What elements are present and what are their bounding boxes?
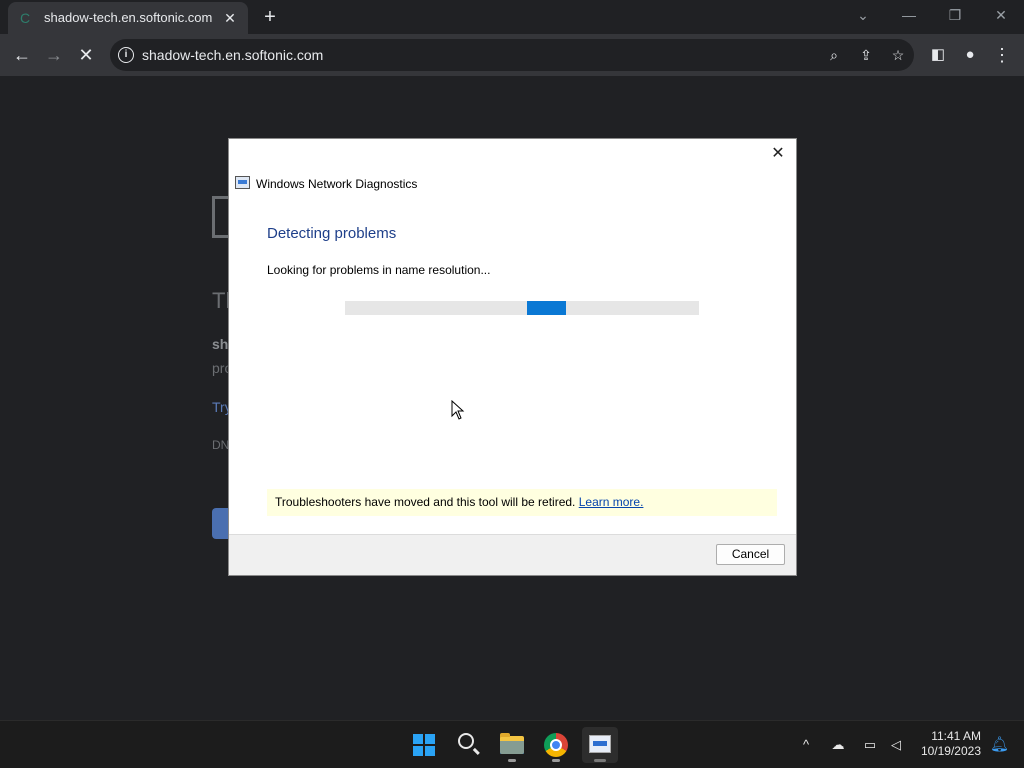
profile-icon[interactable]: ● (958, 43, 982, 67)
show-hidden-icons-chevron-icon[interactable]: ^ (796, 735, 816, 755)
forward-button[interactable]: → (42, 43, 66, 67)
bookmark-star-icon[interactable]: ☆ (888, 45, 908, 65)
tab-title: shadow-tech.en.softonic.com (44, 10, 213, 25)
network-icon[interactable]: ▭ (860, 735, 880, 755)
search-button[interactable] (450, 727, 486, 763)
page-line-bold: sh (212, 336, 229, 352)
active-indicator (594, 759, 606, 762)
chrome-taskbar-button[interactable] (538, 727, 574, 763)
folder-icon (500, 733, 524, 754)
network-diagnostics-taskbar-button[interactable] (582, 727, 618, 763)
volume-muted-icon[interactable]: ◁ (886, 735, 906, 755)
tab-search-icon[interactable]: ⌄ (846, 4, 880, 26)
taskbar-search-icon (458, 733, 474, 749)
cancel-button[interactable]: Cancel (716, 544, 785, 565)
running-indicator (552, 759, 560, 762)
loading-spinner-icon: C (20, 10, 31, 26)
back-button[interactable]: ← (10, 43, 34, 67)
notice-text: Troubleshooters have moved and this tool… (275, 495, 579, 509)
dialog-close-button[interactable]: ✕ (766, 143, 790, 165)
browser-toolbar: ← → ✕ i shadow-tech.en.softonic.com ⌕ ⇪ … (0, 34, 1024, 76)
dialog-heading: Detecting problems (267, 225, 397, 242)
dialog-title: Windows Network Diagnostics (256, 177, 418, 191)
dialog-footer: Cancel (229, 534, 796, 575)
clock-date: 10/19/2023 (920, 744, 981, 758)
page-error-code: DN (212, 438, 230, 452)
notification-bell-icon[interactable]: 🔔︎ (990, 736, 1009, 754)
search-icon[interactable]: ⌕ (824, 45, 844, 65)
onedrive-offline-icon[interactable]: ☁ (828, 735, 848, 755)
site-info-icon[interactable]: i (118, 47, 134, 63)
progress-marquee (527, 301, 566, 315)
restore-button[interactable]: ❐ (938, 4, 972, 26)
status-text: Looking for problems in name resolution.… (267, 263, 491, 277)
learn-more-link[interactable]: Learn more. (579, 495, 644, 509)
url-text[interactable]: shadow-tech.en.softonic.com (142, 47, 323, 63)
progress-bar (345, 301, 699, 315)
stop-loading-button[interactable]: ✕ (74, 43, 98, 67)
new-tab-button[interactable]: + (258, 6, 282, 28)
retirement-notice: Troubleshooters have moved and this tool… (267, 489, 777, 516)
address-bar[interactable]: i shadow-tech.en.softonic.com ⌕ ⇪ ☆ (110, 39, 914, 71)
file-explorer-button[interactable] (494, 727, 530, 763)
chrome-icon (544, 733, 568, 757)
share-icon[interactable]: ⇪ (856, 45, 876, 65)
taskbar: ^ ☁ ▭ ◁ 11:41 AM 10/19/2023 🔔︎ (0, 720, 1024, 768)
side-panel-icon[interactable]: ◧ (926, 43, 950, 67)
browser-tab[interactable]: C shadow-tech.en.softonic.com ✕ (8, 2, 248, 34)
running-indicator (508, 759, 516, 762)
network-diagnostics-taskbar-icon (589, 735, 611, 753)
browser-tab-strip: C shadow-tech.en.softonic.com ✕ + ⌄ — ❐ … (0, 0, 1024, 34)
close-window-button[interactable]: ✕ (984, 4, 1018, 26)
network-diagnostics-dialog: ✕ Windows Network Diagnostics Detecting … (228, 138, 797, 576)
start-button[interactable] (406, 727, 442, 763)
menu-icon[interactable]: ⋮ (990, 43, 1014, 67)
windows-logo-icon (413, 734, 435, 756)
network-diagnostics-icon (235, 176, 250, 189)
minimize-button[interactable]: — (892, 4, 926, 26)
mouse-cursor-icon (451, 400, 465, 420)
clock-time: 11:41 AM (931, 729, 981, 743)
system-clock[interactable]: 11:41 AM 10/19/2023 (921, 729, 981, 759)
close-tab-icon[interactable]: ✕ (220, 8, 240, 28)
